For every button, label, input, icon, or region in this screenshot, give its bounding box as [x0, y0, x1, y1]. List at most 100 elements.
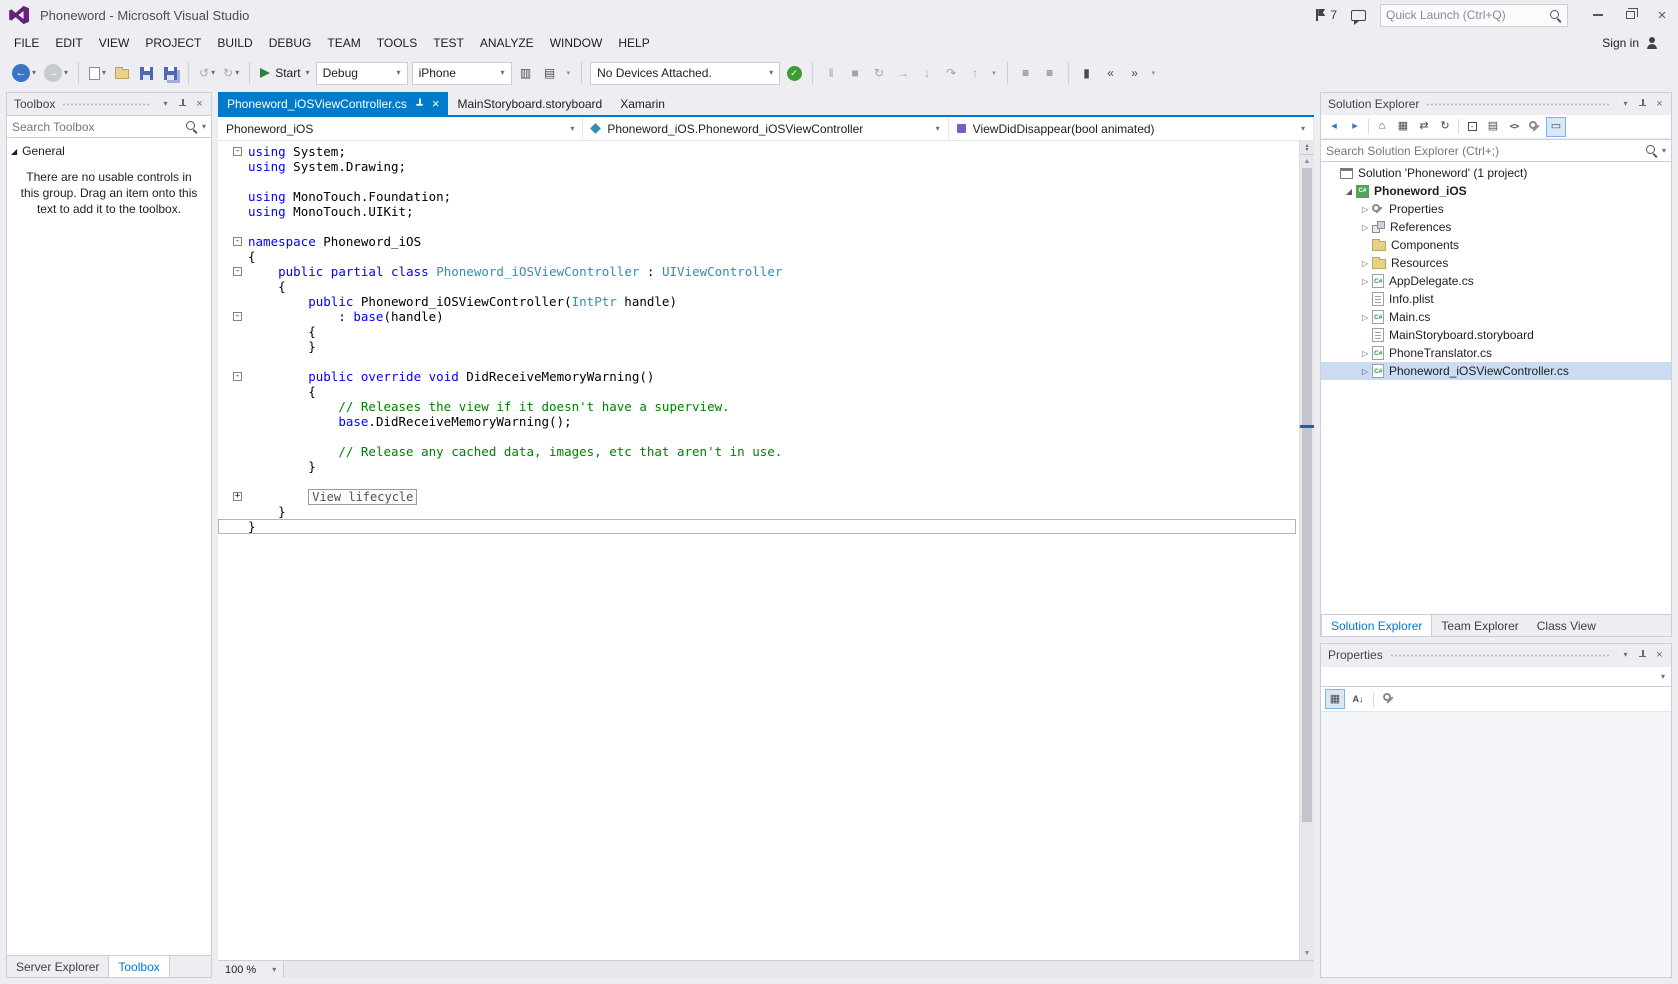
toolbar-overflow-button[interactable]: ▾ [564, 69, 574, 77]
collapsed-arrow-icon[interactable]: ▷ [1358, 223, 1372, 232]
toolbox-header[interactable]: Toolbox ▾ × [7, 93, 211, 115]
tree-item[interactable]: Info.plist [1321, 290, 1671, 308]
platform-dropdown[interactable]: iPhone▾ [412, 62, 512, 85]
tab-toolbox[interactable]: Toolbox [108, 956, 169, 977]
code-line[interactable]: - public partial class Phoneword_iOSView… [218, 264, 1299, 279]
tree-item[interactable]: ▷Resources [1321, 254, 1671, 272]
window-position-button[interactable]: ▾ [157, 96, 174, 113]
scroll-up-button[interactable]: ▲ [1300, 155, 1314, 168]
code-line[interactable]: -namespace Phoneword_iOS [218, 234, 1299, 249]
run-code-analysis-button[interactable]: ✓ [784, 61, 804, 85]
scrollbar-track[interactable] [1300, 168, 1314, 947]
code-line[interactable]: { [218, 324, 1299, 339]
fold-collapse-icon[interactable]: - [218, 237, 248, 246]
type-dropdown[interactable]: Phoneword_iOS.Phoneword_iOSViewControlle… [583, 117, 948, 140]
code-line[interactable] [218, 429, 1299, 444]
toolbox-search-input[interactable] [12, 120, 181, 134]
pin-icon[interactable] [414, 99, 424, 109]
code-line[interactable]: } [218, 339, 1299, 354]
properties-grid[interactable] [1321, 712, 1671, 977]
save-all-button[interactable] [160, 61, 180, 85]
drag-grip[interactable] [1426, 102, 1610, 107]
alphabetical-button[interactable]: A↓ [1348, 689, 1368, 709]
increase-indent-button[interactable]: ≡ [1040, 61, 1060, 85]
navigate-forward-button[interactable]: →▾ [42, 61, 70, 85]
fold-collapse-icon[interactable]: - [218, 267, 248, 276]
collapse-all-button[interactable]: - [1462, 117, 1482, 137]
horizontal-scrollbar[interactable] [284, 961, 1314, 978]
notifications-button[interactable]: 7 [1316, 8, 1337, 22]
search-icon[interactable] [1549, 9, 1562, 22]
menu-build[interactable]: BUILD [209, 31, 260, 55]
restore-button[interactable] [1614, 0, 1646, 30]
tree-item[interactable]: ▷Phoneword_iOSViewController.cs [1321, 362, 1671, 380]
code-line[interactable]: // Release any cached data, images, etc … [218, 444, 1299, 459]
code-line[interactable] [218, 174, 1299, 189]
menu-analyze[interactable]: ANALYZE [472, 31, 542, 55]
tree-item[interactable]: ▷AppDelegate.cs [1321, 272, 1671, 290]
code-line[interactable] [218, 474, 1299, 489]
zoom-dropdown[interactable]: 100 % ▾ [218, 961, 284, 978]
code-line[interactable]: - : base(handle) [218, 309, 1299, 324]
menu-tools[interactable]: TOOLS [369, 31, 425, 55]
scrollbar-thumb[interactable] [1302, 168, 1312, 822]
menu-view[interactable]: VIEW [91, 31, 138, 55]
close-toolbox-button[interactable]: × [191, 96, 208, 113]
minimize-button[interactable] [1582, 0, 1614, 30]
search-icon[interactable] [1645, 144, 1658, 157]
menu-window[interactable]: WINDOW [542, 31, 611, 55]
menu-team[interactable]: TEAM [319, 31, 368, 55]
next-bookmark-button[interactable]: » [1125, 61, 1145, 85]
navigate-back-button[interactable]: ←▾ [10, 61, 38, 85]
code-line[interactable]: using MonoTouch.Foundation; [218, 189, 1299, 204]
tree-item[interactable]: ▷PhoneTranslator.cs [1321, 344, 1671, 362]
new-file-button[interactable]: ▾ [87, 61, 108, 85]
step-into-button[interactable]: ↓ [917, 61, 937, 85]
menu-help[interactable]: HELP [610, 31, 657, 55]
fold-expand-icon[interactable]: + [218, 492, 248, 501]
code-line[interactable]: using System.Drawing; [218, 159, 1299, 174]
code-line[interactable]: base.DidReceiveMemoryWarning(); [218, 414, 1299, 429]
code-line[interactable]: { [218, 384, 1299, 399]
code-line[interactable] [218, 354, 1299, 369]
categorized-button[interactable]: ▦ [1325, 689, 1345, 709]
search-icon[interactable] [185, 120, 198, 133]
device-log-button[interactable]: ▤ [540, 61, 560, 85]
code-line[interactable]: } [218, 504, 1299, 519]
auto-hide-button[interactable] [174, 96, 191, 113]
drag-grip[interactable] [62, 102, 150, 107]
properties-header[interactable]: Properties ▾ × [1321, 644, 1671, 666]
collapsed-arrow-icon[interactable]: ▷ [1358, 205, 1372, 214]
collapsed-arrow-icon[interactable]: ▷ [1358, 367, 1372, 376]
fold-collapse-icon[interactable]: - [218, 312, 248, 321]
collapsed-arrow-icon[interactable]: ▷ [1358, 277, 1372, 286]
toolbox-group-general[interactable]: ◢ General [7, 138, 211, 161]
vertical-scrollbar[interactable]: ▴▾ ▲ ▼ [1299, 141, 1314, 960]
tree-item[interactable]: Components [1321, 236, 1671, 254]
code-lines[interactable]: -using System;using System.Drawing;using… [218, 141, 1299, 960]
code-line[interactable]: } [218, 519, 1296, 534]
tree-item[interactable]: MainStoryboard.storyboard [1321, 326, 1671, 344]
preview-selected-items-button[interactable]: ▭ [1546, 117, 1566, 137]
close-icon[interactable]: × [432, 97, 440, 110]
code-line[interactable]: public Phoneword_iOSViewController(IntPt… [218, 294, 1299, 309]
refresh-button[interactable]: ↻ [1435, 117, 1455, 137]
show-all-files-button[interactable]: ▤ [1483, 117, 1503, 137]
break-all-button[interactable]: ‖ [821, 61, 841, 85]
sign-in-button[interactable]: Sign in [1602, 36, 1672, 50]
solution-search-input[interactable] [1326, 144, 1641, 158]
quick-launch-input[interactable] [1386, 8, 1545, 22]
code-line[interactable]: - public override void DidReceiveMemoryW… [218, 369, 1299, 384]
undo-button[interactable]: ↺▾ [197, 61, 217, 85]
tab-solution-explorer[interactable]: Solution Explorer [1321, 615, 1432, 636]
view-code-button[interactable]: <> [1504, 117, 1524, 137]
document-tab[interactable]: Xamarin [611, 92, 674, 115]
fold-collapse-icon[interactable]: - [218, 147, 248, 156]
open-file-button[interactable] [112, 61, 132, 85]
step-over-button[interactable]: ↷ [941, 61, 961, 85]
member-dropdown[interactable]: ViewDidDisappear(bool animated) ▾ [949, 117, 1314, 140]
drag-grip[interactable] [1390, 653, 1610, 658]
code-line[interactable] [218, 219, 1299, 234]
document-tab[interactable]: MainStoryboard.storyboard [448, 92, 611, 115]
property-pages-button[interactable] [1379, 689, 1399, 709]
